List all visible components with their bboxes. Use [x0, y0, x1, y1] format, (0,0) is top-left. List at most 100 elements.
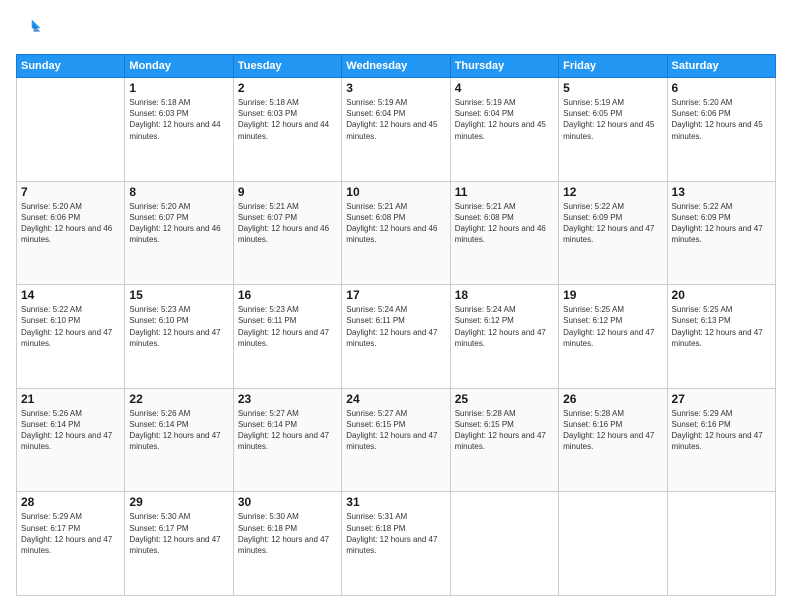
day-number: 6: [672, 81, 771, 95]
calendar-week-row: 7 Sunrise: 5:20 AMSunset: 6:06 PMDaylight…: [17, 181, 776, 285]
day-info: Sunrise: 5:22 AMSunset: 6:09 PMDaylight:…: [563, 201, 662, 246]
calendar-cell: 3 Sunrise: 5:19 AMSunset: 6:04 PMDaylight…: [342, 78, 450, 182]
day-info: Sunrise: 5:22 AMSunset: 6:09 PMDaylight:…: [672, 201, 771, 246]
day-info: Sunrise: 5:20 AMSunset: 6:06 PMDaylight:…: [21, 201, 120, 246]
calendar-cell: 8 Sunrise: 5:20 AMSunset: 6:07 PMDaylight…: [125, 181, 233, 285]
day-info: Sunrise: 5:31 AMSunset: 6:18 PMDaylight:…: [346, 511, 445, 556]
calendar-week-row: 28 Sunrise: 5:29 AMSunset: 6:17 PMDayligh…: [17, 492, 776, 596]
calendar-cell: [17, 78, 125, 182]
calendar-cell: 23 Sunrise: 5:27 AMSunset: 6:14 PMDayligh…: [233, 388, 341, 492]
day-info: Sunrise: 5:26 AMSunset: 6:14 PMDaylight:…: [21, 408, 120, 453]
day-info: Sunrise: 5:21 AMSunset: 6:07 PMDaylight:…: [238, 201, 337, 246]
day-info: Sunrise: 5:24 AMSunset: 6:11 PMDaylight:…: [346, 304, 445, 349]
calendar-day-header: Tuesday: [233, 55, 341, 78]
day-number: 28: [21, 495, 120, 509]
day-number: 20: [672, 288, 771, 302]
day-number: 15: [129, 288, 228, 302]
day-number: 25: [455, 392, 554, 406]
day-number: 1: [129, 81, 228, 95]
calendar-cell: 30 Sunrise: 5:30 AMSunset: 6:18 PMDayligh…: [233, 492, 341, 596]
calendar-cell: 25Sunrise: 5:28 AMSunset: 6:15 PMDayligh…: [450, 388, 558, 492]
day-number: 7: [21, 185, 120, 199]
calendar-cell: 7 Sunrise: 5:20 AMSunset: 6:06 PMDaylight…: [17, 181, 125, 285]
calendar-day-header: Wednesday: [342, 55, 450, 78]
day-info: Sunrise: 5:29 AMSunset: 6:16 PMDaylight:…: [672, 408, 771, 453]
day-number: 19: [563, 288, 662, 302]
calendar-cell: 13 Sunrise: 5:22 AMSunset: 6:09 PMDayligh…: [667, 181, 775, 285]
calendar-cell: 18Sunrise: 5:24 AMSunset: 6:12 PMDayligh…: [450, 285, 558, 389]
day-info: Sunrise: 5:25 AMSunset: 6:13 PMDaylight:…: [672, 304, 771, 349]
day-info: Sunrise: 5:21 AMSunset: 6:08 PMDaylight:…: [346, 201, 445, 246]
day-info: Sunrise: 5:22 AMSunset: 6:10 PMDaylight:…: [21, 304, 120, 349]
calendar-cell: 6 Sunrise: 5:20 AMSunset: 6:06 PMDaylight…: [667, 78, 775, 182]
day-number: 17: [346, 288, 445, 302]
day-info: Sunrise: 5:27 AMSunset: 6:15 PMDaylight:…: [346, 408, 445, 453]
calendar-day-header: Thursday: [450, 55, 558, 78]
calendar-week-row: 14 Sunrise: 5:22 AMSunset: 6:10 PMDayligh…: [17, 285, 776, 389]
day-number: 21: [21, 392, 120, 406]
calendar-cell: 11Sunrise: 5:21 AMSunset: 6:08 PMDayligh…: [450, 181, 558, 285]
calendar-cell: 9 Sunrise: 5:21 AMSunset: 6:07 PMDaylight…: [233, 181, 341, 285]
calendar-week-row: 1 Sunrise: 5:18 AMSunset: 6:03 PMDaylight…: [17, 78, 776, 182]
calendar-cell: 2 Sunrise: 5:18 AMSunset: 6:03 PMDaylight…: [233, 78, 341, 182]
day-info: Sunrise: 5:27 AMSunset: 6:14 PMDaylight:…: [238, 408, 337, 453]
day-info: Sunrise: 5:20 AMSunset: 6:07 PMDaylight:…: [129, 201, 228, 246]
calendar-day-header: Sunday: [17, 55, 125, 78]
calendar-cell: 26 Sunrise: 5:28 AMSunset: 6:16 PMDayligh…: [559, 388, 667, 492]
day-number: 30: [238, 495, 337, 509]
calendar-cell: 14 Sunrise: 5:22 AMSunset: 6:10 PMDayligh…: [17, 285, 125, 389]
calendar-day-header: Monday: [125, 55, 233, 78]
day-info: Sunrise: 5:18 AMSunset: 6:03 PMDaylight:…: [129, 97, 228, 142]
day-number: 4: [455, 81, 554, 95]
calendar-table: SundayMondayTuesdayWednesdayThursdayFrid…: [16, 54, 776, 596]
header: [16, 16, 776, 44]
calendar-cell: 1 Sunrise: 5:18 AMSunset: 6:03 PMDaylight…: [125, 78, 233, 182]
day-info: Sunrise: 5:30 AMSunset: 6:18 PMDaylight:…: [238, 511, 337, 556]
calendar-cell: 31 Sunrise: 5:31 AMSunset: 6:18 PMDayligh…: [342, 492, 450, 596]
day-info: Sunrise: 5:19 AMSunset: 6:04 PMDaylight:…: [346, 97, 445, 142]
logo-icon: [16, 16, 44, 44]
day-number: 16: [238, 288, 337, 302]
day-info: Sunrise: 5:19 AMSunset: 6:05 PMDaylight:…: [563, 97, 662, 142]
calendar-cell: 24Sunrise: 5:27 AMSunset: 6:15 PMDayligh…: [342, 388, 450, 492]
day-info: Sunrise: 5:25 AMSunset: 6:12 PMDaylight:…: [563, 304, 662, 349]
calendar-cell: 17 Sunrise: 5:24 AMSunset: 6:11 PMDayligh…: [342, 285, 450, 389]
day-number: 26: [563, 392, 662, 406]
day-info: Sunrise: 5:19 AMSunset: 6:04 PMDaylight:…: [455, 97, 554, 142]
day-number: 27: [672, 392, 771, 406]
calendar-cell: 5Sunrise: 5:19 AMSunset: 6:05 PMDaylight…: [559, 78, 667, 182]
day-number: 13: [672, 185, 771, 199]
day-info: Sunrise: 5:24 AMSunset: 6:12 PMDaylight:…: [455, 304, 554, 349]
day-info: Sunrise: 5:30 AMSunset: 6:17 PMDaylight:…: [129, 511, 228, 556]
calendar-cell: 20 Sunrise: 5:25 AMSunset: 6:13 PMDayligh…: [667, 285, 775, 389]
calendar-day-header: Friday: [559, 55, 667, 78]
calendar-cell: 21 Sunrise: 5:26 AMSunset: 6:14 PMDayligh…: [17, 388, 125, 492]
day-number: 31: [346, 495, 445, 509]
calendar-cell: 15Sunrise: 5:23 AMSunset: 6:10 PMDayligh…: [125, 285, 233, 389]
day-number: 10: [346, 185, 445, 199]
day-number: 29: [129, 495, 228, 509]
day-info: Sunrise: 5:23 AMSunset: 6:11 PMDaylight:…: [238, 304, 337, 349]
day-info: Sunrise: 5:18 AMSunset: 6:03 PMDaylight:…: [238, 97, 337, 142]
calendar-cell: 28 Sunrise: 5:29 AMSunset: 6:17 PMDayligh…: [17, 492, 125, 596]
calendar-cell: [559, 492, 667, 596]
day-info: Sunrise: 5:28 AMSunset: 6:16 PMDaylight:…: [563, 408, 662, 453]
day-number: 3: [346, 81, 445, 95]
day-number: 12: [563, 185, 662, 199]
calendar-cell: 4 Sunrise: 5:19 AMSunset: 6:04 PMDaylight…: [450, 78, 558, 182]
day-number: 8: [129, 185, 228, 199]
calendar-cell: 16 Sunrise: 5:23 AMSunset: 6:11 PMDayligh…: [233, 285, 341, 389]
calendar-cell: 10 Sunrise: 5:21 AMSunset: 6:08 PMDayligh…: [342, 181, 450, 285]
calendar-cell: [667, 492, 775, 596]
day-info: Sunrise: 5:21 AMSunset: 6:08 PMDaylight:…: [455, 201, 554, 246]
day-number: 2: [238, 81, 337, 95]
day-number: 23: [238, 392, 337, 406]
day-info: Sunrise: 5:29 AMSunset: 6:17 PMDaylight:…: [21, 511, 120, 556]
calendar-cell: [450, 492, 558, 596]
calendar-week-row: 21 Sunrise: 5:26 AMSunset: 6:14 PMDayligh…: [17, 388, 776, 492]
day-number: 9: [238, 185, 337, 199]
calendar-header-row: SundayMondayTuesdayWednesdayThursdayFrid…: [17, 55, 776, 78]
day-number: 14: [21, 288, 120, 302]
day-info: Sunrise: 5:20 AMSunset: 6:06 PMDaylight:…: [672, 97, 771, 142]
calendar-cell: 27 Sunrise: 5:29 AMSunset: 6:16 PMDayligh…: [667, 388, 775, 492]
